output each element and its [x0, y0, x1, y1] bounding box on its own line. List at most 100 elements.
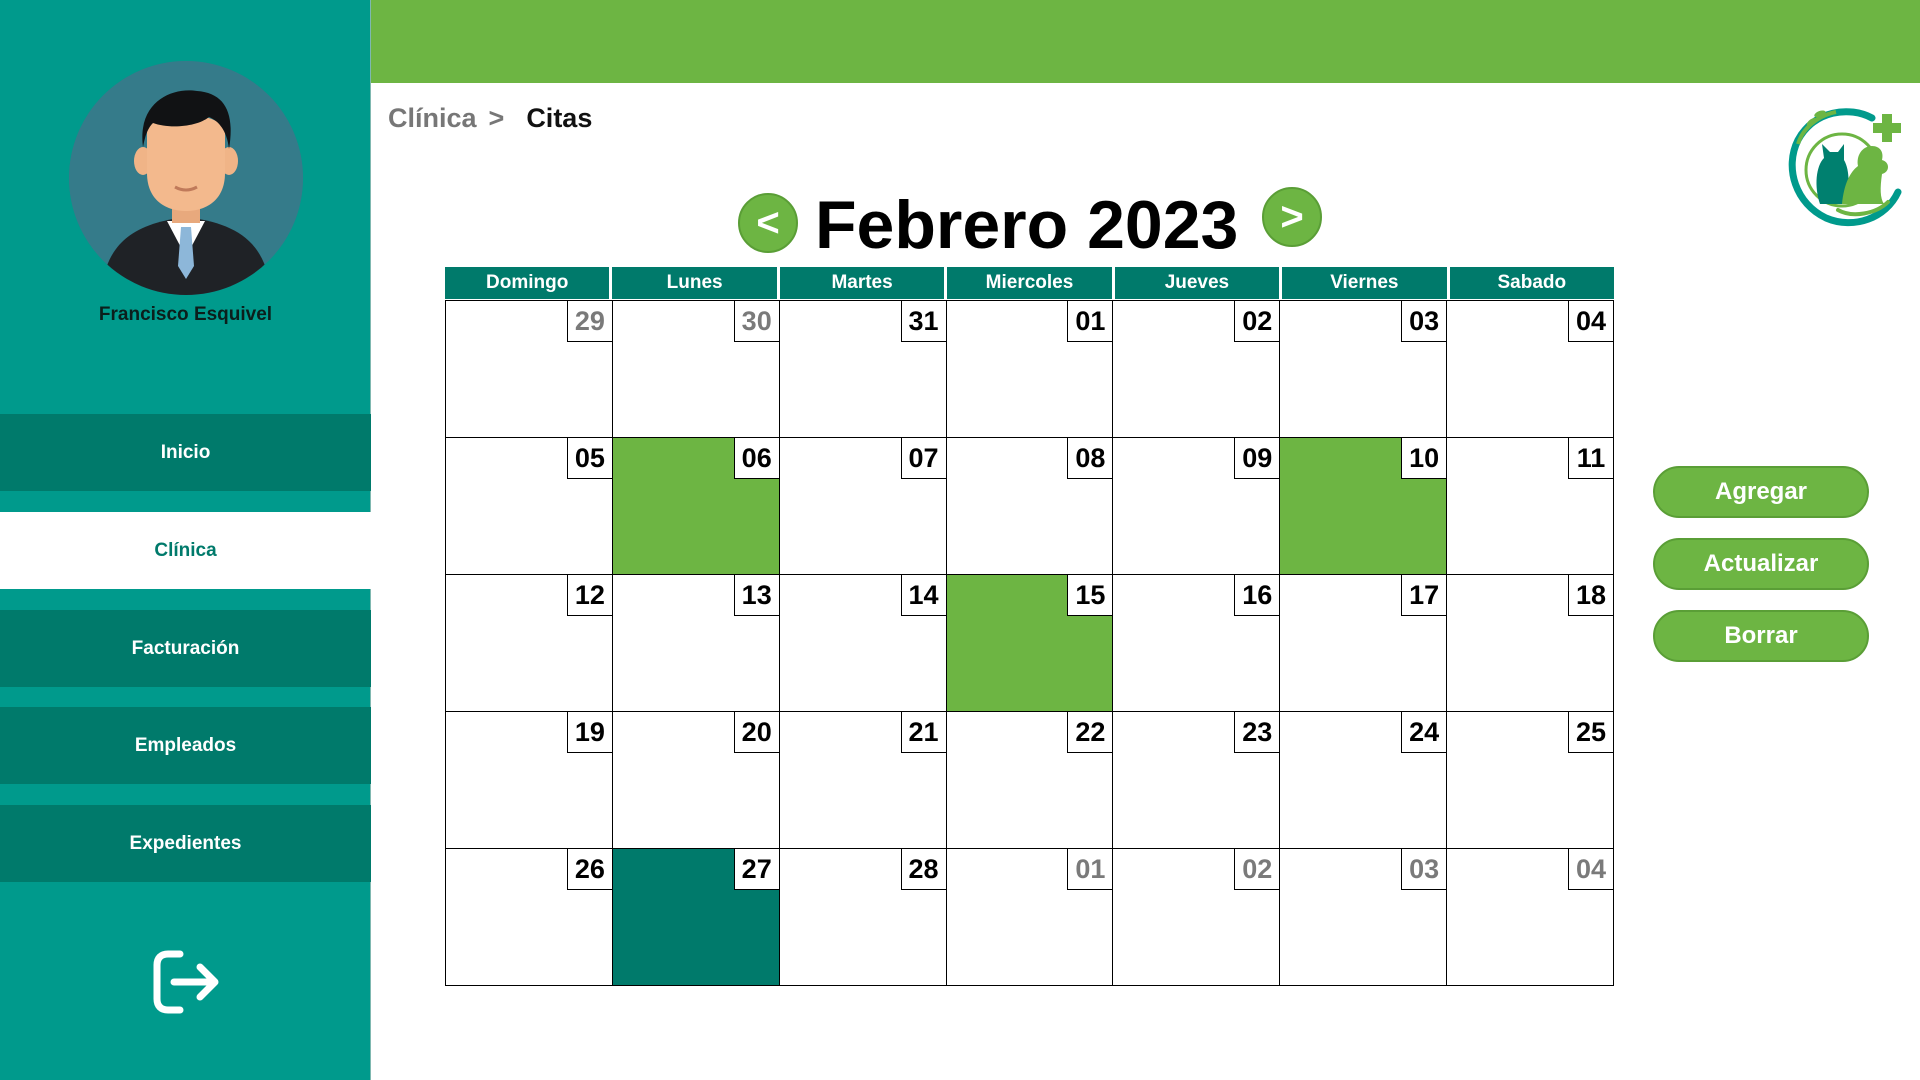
day-number: 07 — [900, 438, 946, 479]
sidebar-item-inicio[interactable]: Inicio — [0, 414, 371, 491]
calendar-day-cell[interactable]: 15 — [946, 575, 1114, 712]
calendar-day-cell[interactable]: 27 — [612, 849, 780, 986]
weekday-lunes: Lunes — [612, 267, 777, 299]
breadcrumb: Clínica > Citas — [388, 103, 592, 134]
calendar: Domingo Lunes Martes Miercoles Jueves Vi… — [445, 267, 1614, 986]
calendar-day-cell[interactable]: 18 — [1447, 575, 1614, 712]
calendar-day-cell[interactable]: 29 — [446, 301, 613, 438]
day-number: 29 — [566, 301, 612, 342]
day-number: 20 — [733, 712, 779, 753]
calendar-day-cell[interactable]: 04 — [1447, 301, 1614, 438]
calendar-day-cell[interactable]: 19 — [446, 712, 613, 849]
calendar-day-cell[interactable]: 25 — [1447, 712, 1614, 849]
day-number: 12 — [566, 575, 612, 616]
pet-clinic-logo-icon — [1788, 108, 1902, 227]
day-number: 03 — [1401, 849, 1447, 890]
calendar-day-cell[interactable]: 01 — [946, 849, 1114, 986]
calendar-grid: 29 30 31 01 02 03 04 05 06 07 08 09 10 11 12 13 14 15 16 17… — [445, 300, 1614, 986]
day-number: 16 — [1234, 575, 1280, 616]
user-name: Francisco Esquivel — [98, 304, 273, 325]
calendar-day-cell[interactable]: 31 — [779, 301, 947, 438]
day-number: 21 — [900, 712, 946, 753]
calendar-day-cell[interactable]: 03 — [1280, 301, 1448, 438]
calendar-day-cell[interactable]: 11 — [1447, 438, 1614, 575]
day-number: 09 — [1234, 438, 1280, 479]
day-number: 10 — [1401, 438, 1447, 479]
weekday-sabado: Sabado — [1449, 267, 1614, 299]
sidebar-item-empleados[interactable]: Empleados — [0, 707, 371, 784]
weekday-martes: Martes — [779, 267, 945, 299]
calendar-day-cell[interactable]: 23 — [1113, 712, 1281, 849]
calendar-day-cell[interactable]: 12 — [446, 575, 613, 712]
calendar-day-cell[interactable]: 14 — [779, 575, 947, 712]
day-number: 25 — [1568, 712, 1613, 753]
day-number: 06 — [733, 438, 779, 479]
day-number: 11 — [1568, 438, 1613, 479]
calendar-day-cell[interactable]: 24 — [1280, 712, 1448, 849]
calendar-day-cell[interactable]: 28 — [779, 849, 947, 986]
day-number: 30 — [733, 301, 779, 342]
calendar-day-cell[interactable]: 07 — [779, 438, 947, 575]
calendar-day-cell[interactable]: 13 — [612, 575, 780, 712]
sidebar-item-facturacion[interactable]: Facturación — [0, 610, 371, 687]
calendar-day-cell[interactable]: 02 — [1113, 301, 1281, 438]
delete-button[interactable]: Borrar — [1653, 610, 1869, 662]
calendar-day-cell[interactable]: 30 — [612, 301, 780, 438]
day-number: 03 — [1401, 301, 1447, 342]
calendar-day-cell[interactable]: 22 — [946, 712, 1114, 849]
day-number: 13 — [733, 575, 779, 616]
next-month-button[interactable]: > — [1262, 187, 1322, 247]
calendar-day-cell[interactable]: 04 — [1447, 849, 1614, 986]
weekday-jueves: Jueves — [1114, 267, 1280, 299]
breadcrumb-current: Citas — [526, 103, 593, 133]
calendar-day-cell[interactable]: 03 — [1280, 849, 1448, 986]
sidebar: Francisco Esquivel Inicio Clínica Factur… — [0, 0, 371, 1080]
calendar-day-cell[interactable]: 02 — [1113, 849, 1281, 986]
calendar-day-cell[interactable]: 17 — [1280, 575, 1448, 712]
day-number: 15 — [1067, 575, 1113, 616]
user-avatar-icon — [69, 61, 303, 295]
top-bar — [371, 0, 1920, 83]
update-button[interactable]: Actualizar — [1653, 538, 1869, 590]
calendar-day-cell[interactable]: 06 — [612, 438, 780, 575]
logout-icon — [153, 950, 219, 1014]
calendar-day-cell[interactable]: 21 — [779, 712, 947, 849]
day-number: 05 — [566, 438, 612, 479]
sidebar-item-expedientes[interactable]: Expedientes — [0, 805, 371, 882]
breadcrumb-separator: > — [488, 103, 505, 133]
day-number: 01 — [1067, 301, 1113, 342]
clinic-logo — [1780, 100, 1906, 228]
app-window: Francisco Esquivel Inicio Clínica Factur… — [0, 0, 1920, 1080]
calendar-day-cell[interactable]: 05 — [446, 438, 613, 575]
day-number: 04 — [1568, 849, 1613, 890]
calendar-day-cell[interactable]: 01 — [946, 301, 1114, 438]
day-number: 27 — [733, 849, 779, 890]
day-number: 02 — [1234, 301, 1280, 342]
day-number: 22 — [1067, 712, 1113, 753]
day-number: 31 — [900, 301, 946, 342]
avatar[interactable] — [69, 61, 303, 295]
day-number: 28 — [900, 849, 946, 890]
breadcrumb-root[interactable]: Clínica — [388, 103, 477, 134]
calendar-day-cell[interactable]: 16 — [1113, 575, 1281, 712]
day-number: 18 — [1568, 575, 1613, 616]
day-number: 24 — [1401, 712, 1447, 753]
day-number: 23 — [1234, 712, 1280, 753]
calendar-day-cell[interactable]: 09 — [1113, 438, 1281, 575]
logout-button[interactable] — [148, 946, 224, 1018]
add-button[interactable]: Agregar — [1653, 466, 1869, 518]
calendar-day-cell[interactable]: 26 — [446, 849, 613, 986]
day-number: 02 — [1234, 849, 1280, 890]
day-number: 14 — [900, 575, 946, 616]
day-number: 19 — [566, 712, 612, 753]
calendar-day-cell[interactable]: 08 — [946, 438, 1114, 575]
weekday-header: Domingo Lunes Martes Miercoles Jueves Vi… — [445, 267, 1614, 299]
day-number: 08 — [1067, 438, 1113, 479]
day-number: 01 — [1067, 849, 1113, 890]
calendar-day-cell[interactable]: 10 — [1280, 438, 1448, 575]
calendar-day-cell[interactable]: 20 — [612, 712, 780, 849]
sidebar-item-clinica[interactable]: Clínica — [0, 512, 371, 589]
weekday-domingo: Domingo — [445, 267, 610, 299]
month-title: Febrero 2023 — [815, 187, 1239, 263]
previous-month-button[interactable]: < — [738, 193, 798, 253]
